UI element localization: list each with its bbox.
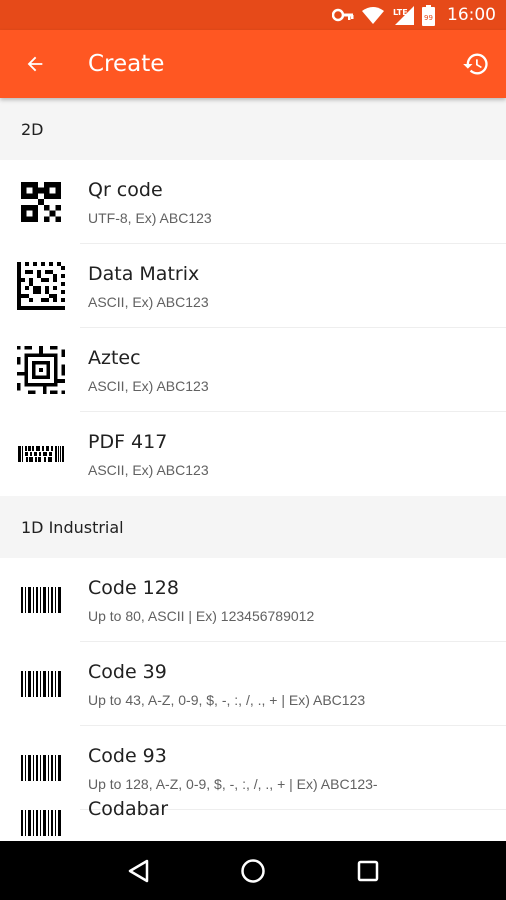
vpn-key-icon [332, 8, 354, 22]
item-description: UTF-8, Ex) ABC123 [88, 209, 212, 226]
lte-signal-icon: LTE [392, 5, 414, 25]
square-recents-icon [358, 860, 379, 881]
arrow-back-icon [27, 56, 43, 72]
item-description: Up to 128, A-Z, 0-9, $, -, :, /, ., + | … [88, 775, 378, 792]
nav-back-button[interactable] [108, 841, 168, 900]
item-name: Code 39 [88, 660, 167, 683]
history-button[interactable] [446, 30, 506, 98]
section-header-2d: 2D [0, 98, 506, 160]
list-item-data-matrix[interactable]: Data Matrix ASCII, Ex) ABC123 [0, 244, 506, 328]
section-header-1d-industrial: 1D Industrial [0, 496, 506, 558]
item-description: ASCII, Ex) ABC123 [88, 293, 209, 310]
list-item-codabar[interactable]: Codabar [0, 798, 506, 841]
circle-home-icon [241, 858, 265, 883]
item-name: Qr code [88, 178, 163, 201]
svg-text:99: 99 [424, 14, 433, 22]
svg-text:LTE: LTE [393, 8, 408, 17]
list-item-pdf-417[interactable]: PDF 417 ASCII, Ex) ABC123 [0, 412, 506, 496]
list-item-aztec[interactable]: Aztec ASCII, Ex) ABC123 [0, 328, 506, 412]
barcode-icon [0, 642, 88, 726]
qr-code-icon [0, 160, 88, 244]
item-description: Up to 80, ASCII | Ex) 123456789012 [88, 607, 315, 624]
aztec-icon [0, 328, 88, 412]
item-name: Aztec [88, 346, 141, 369]
status-bar: LTE 99 16:00 [0, 0, 506, 30]
item-description: ASCII, Ex) ABC123 [88, 377, 209, 394]
pdf417-icon [0, 412, 88, 496]
nav-home-button[interactable] [223, 841, 283, 900]
list-item-code-39[interactable]: Code 39 Up to 43, A-Z, 0-9, $, -, :, /, … [0, 642, 506, 726]
nav-recents-button[interactable] [338, 841, 398, 900]
item-description: ASCII, Ex) ABC123 [88, 461, 209, 478]
app-bar: Create [0, 30, 506, 98]
barcode-icon [0, 810, 88, 840]
page-title: Create [88, 51, 165, 77]
barcode-icon [0, 558, 88, 642]
battery-icon: 99 [422, 4, 435, 26]
data-matrix-icon [0, 244, 88, 328]
item-description: Up to 43, A-Z, 0-9, $, -, :, /, ., + | E… [88, 691, 366, 708]
wifi-icon [362, 6, 384, 24]
item-name: Code 128 [88, 576, 179, 599]
barcode-type-list[interactable]: 2D Qr code UTF-8, Ex) ABC123 Data Matrix… [0, 98, 506, 841]
item-name: Data Matrix [88, 262, 200, 285]
item-name: PDF 417 [88, 430, 168, 453]
item-name: Code 93 [88, 744, 167, 767]
system-navigation-bar [0, 841, 506, 900]
triangle-back-icon [128, 859, 148, 882]
item-name: Codabar [88, 798, 169, 820]
barcode-icon [0, 726, 88, 810]
status-time: 16:00 [447, 5, 496, 25]
list-item-code-93[interactable]: Code 93 Up to 128, A-Z, 0-9, $, -, :, /,… [0, 726, 506, 810]
back-button[interactable] [0, 30, 70, 98]
history-icon [463, 53, 488, 75]
list-item-qr-code[interactable]: Qr code UTF-8, Ex) ABC123 [0, 160, 506, 244]
list-item-code-128[interactable]: Code 128 Up to 80, ASCII | Ex) 123456789… [0, 558, 506, 642]
